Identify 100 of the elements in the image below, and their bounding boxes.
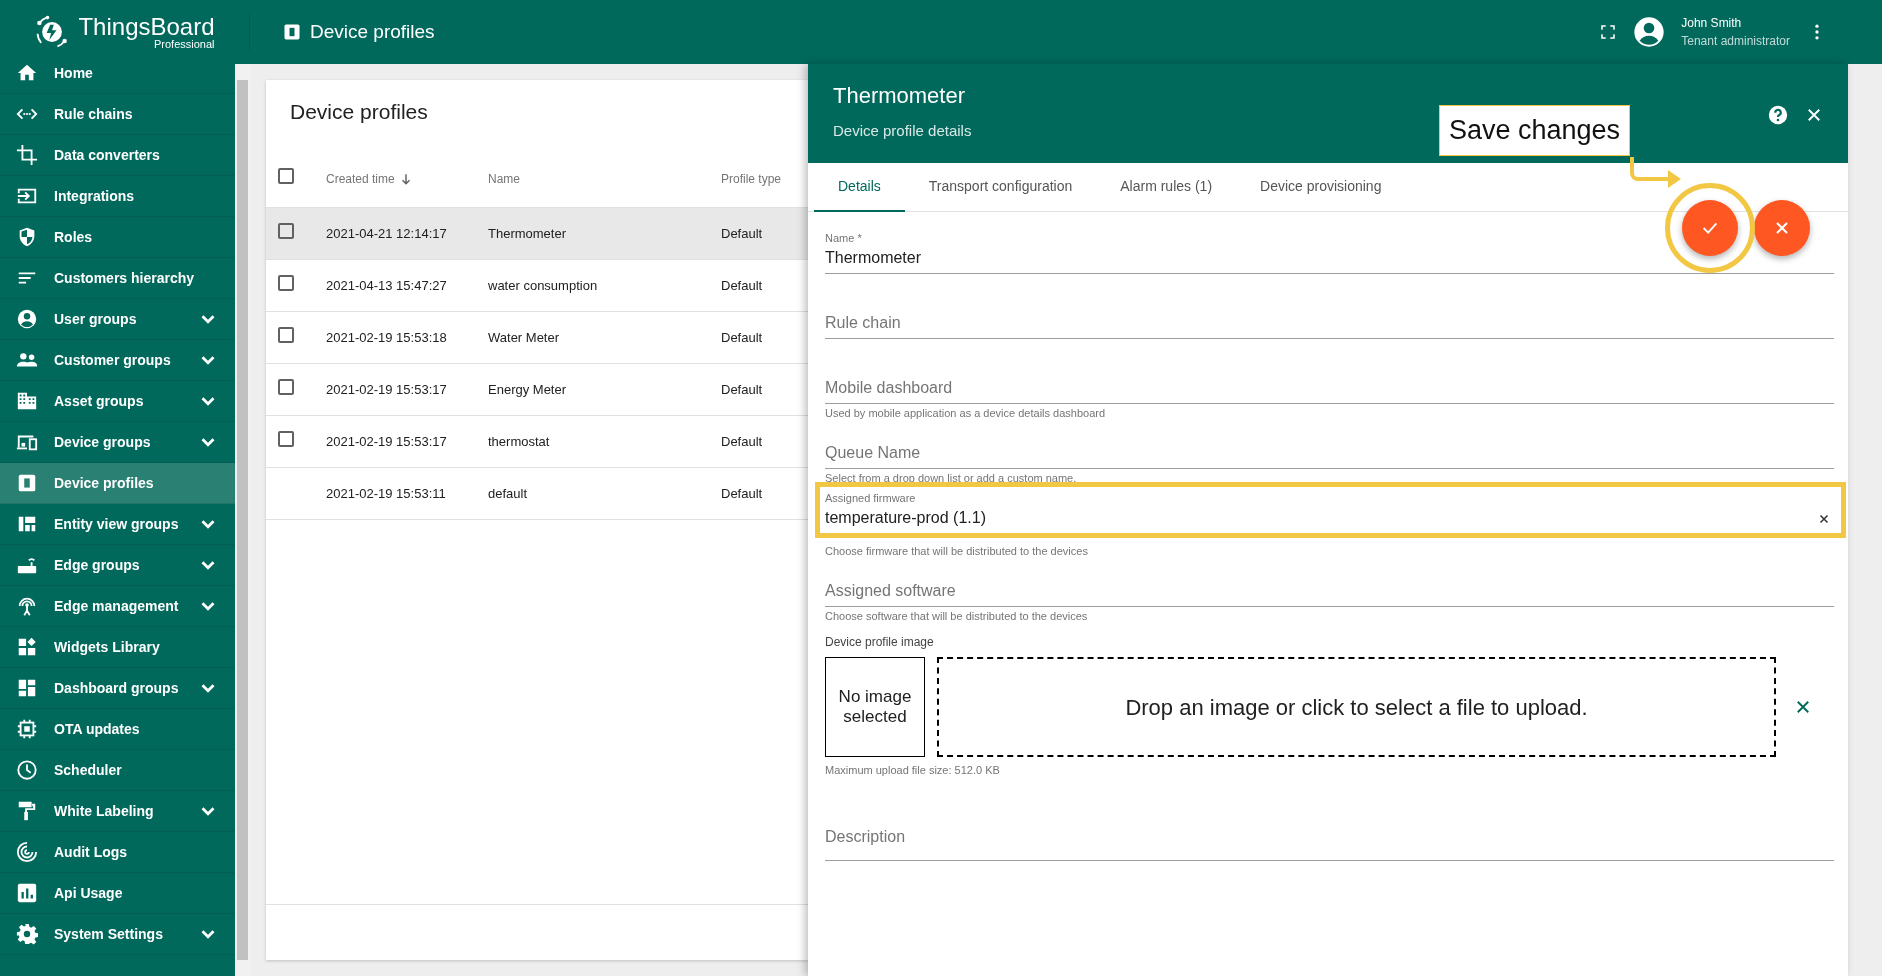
column-header[interactable]: Name bbox=[488, 169, 721, 188]
chip-icon bbox=[16, 718, 38, 740]
table-cell-text: Default bbox=[721, 276, 763, 295]
square-icon bbox=[16, 472, 38, 494]
sidebar-item[interactable]: Roles bbox=[0, 217, 235, 258]
sidebar-item[interactable]: Entity view groups bbox=[0, 504, 235, 545]
sidebar-item[interactable]: Home bbox=[0, 64, 235, 94]
table-row[interactable]: 2021-02-19 15:53:17 Energy Meter Default bbox=[266, 364, 808, 416]
sidebar-item[interactable]: OTA updates bbox=[0, 709, 235, 750]
table-row[interactable]: 2021-04-21 12:14:17 Thermometer Default bbox=[266, 208, 808, 260]
more-icon[interactable] bbox=[1814, 22, 1820, 42]
logo-title: ThingsBoard bbox=[78, 14, 215, 39]
help-icon[interactable] bbox=[1767, 104, 1789, 126]
textarea-field[interactable]: Description bbox=[825, 786, 1834, 861]
sidebar-item[interactable]: Edge groups bbox=[0, 545, 235, 586]
spiral-icon bbox=[16, 841, 38, 863]
roller-icon bbox=[16, 800, 38, 822]
dashboard-icon bbox=[16, 677, 38, 699]
section-label: Device profile image bbox=[825, 634, 935, 651]
user-name: John Smith bbox=[1681, 15, 1743, 32]
select-field[interactable]: Assigned software bbox=[825, 559, 1834, 607]
panel-subtitle: Device profile details bbox=[833, 121, 972, 141]
table-cell-text: 2021-02-19 15:53:17 bbox=[326, 380, 448, 399]
table-cell-text: Default bbox=[721, 432, 763, 451]
crop-icon bbox=[16, 144, 38, 166]
drop-zone[interactable]: Drop an image or click to select a file to upload. bbox=[937, 657, 1776, 757]
sidebar-item[interactable]: Audit Logs bbox=[0, 832, 235, 873]
tooltip: Save changes bbox=[1438, 105, 1630, 156]
gear-icon bbox=[16, 923, 38, 945]
checkbox[interactable] bbox=[278, 222, 294, 239]
avatar-icon[interactable] bbox=[1633, 16, 1666, 48]
table-cell-text: Default bbox=[721, 328, 763, 347]
close-icon[interactable] bbox=[1805, 106, 1823, 124]
hint-text: Choose firmware that will be distributed to the devices bbox=[825, 544, 1088, 559]
sidebar-item[interactable]: User groups bbox=[0, 299, 235, 340]
checkbox[interactable] bbox=[278, 274, 294, 291]
select-field[interactable]: Queue Name bbox=[825, 421, 1834, 469]
page-title: Device profiles bbox=[310, 19, 435, 44]
sidebar-item[interactable]: Asset groups bbox=[0, 381, 235, 422]
checkbox[interactable] bbox=[278, 378, 294, 395]
sidebar-item[interactable]: Widgets Library bbox=[0, 627, 235, 668]
widgets-icon bbox=[16, 636, 38, 658]
sidebar-item[interactable]: Customer groups bbox=[0, 340, 235, 381]
hint-text: Choose software that will be distributed to the devices bbox=[825, 609, 1088, 624]
column-header[interactable]: Profile type bbox=[721, 169, 782, 188]
table-cell-text: 2021-02-19 15:53:11 bbox=[326, 484, 447, 503]
card-title: Device profiles bbox=[289, 99, 429, 125]
logo-subtitle: Professional bbox=[154, 38, 215, 50]
tab[interactable]: Transport configuration bbox=[904, 163, 1097, 212]
input-field[interactable]: Assigned firmware temperature-prod (1.1) bbox=[825, 486, 1834, 534]
table-cell-text: Water Meter bbox=[488, 328, 561, 347]
pointer-arrow bbox=[1628, 157, 1683, 189]
table-cell-text: Energy Meter bbox=[488, 380, 568, 399]
sidebar-item[interactable]: White Labeling bbox=[0, 791, 235, 832]
table-row[interactable]: 2021-02-19 15:53:11 default Default bbox=[266, 468, 808, 520]
building-icon bbox=[16, 390, 38, 412]
select-field[interactable]: Mobile dashboard bbox=[825, 356, 1834, 404]
sidebar-item[interactable]: Dashboard groups bbox=[0, 668, 235, 709]
hint-text: Used by mobile application as a device details dashboard bbox=[825, 406, 1106, 421]
close-icon[interactable] bbox=[1794, 698, 1812, 716]
table-cell-text: default bbox=[488, 484, 529, 503]
table-cell-text: Default bbox=[721, 224, 763, 243]
sidebar-item[interactable]: System Settings bbox=[0, 914, 235, 955]
table-cell-text: Default bbox=[721, 380, 763, 399]
clock-icon bbox=[16, 759, 38, 781]
tab[interactable]: Details bbox=[814, 163, 905, 212]
square-icon bbox=[282, 22, 302, 42]
column-header[interactable]: Created time bbox=[326, 169, 488, 188]
close-icon[interactable] bbox=[1818, 513, 1830, 525]
sidebar-item[interactable]: Edge management bbox=[0, 586, 235, 627]
table-cell-text: 2021-02-19 15:53:17 bbox=[326, 432, 448, 451]
fullscreen-icon[interactable] bbox=[1599, 23, 1618, 41]
cancel-button[interactable] bbox=[1754, 200, 1810, 256]
input-field[interactable]: Name * Thermometer bbox=[825, 226, 1834, 274]
panel-title: Thermometer bbox=[833, 82, 966, 110]
sidebar-item[interactable]: Api Usage bbox=[0, 873, 235, 914]
hint-text: Maximum upload file size: 512.0 KB bbox=[825, 763, 1001, 778]
table-row[interactable]: 2021-02-19 15:53:18 Water Meter Default bbox=[266, 312, 808, 364]
tab[interactable]: Device provisioning bbox=[1236, 163, 1406, 212]
table-cell-text: Default bbox=[721, 484, 763, 503]
table-cell-text: 2021-04-13 15:47:27 bbox=[326, 276, 448, 295]
chart-icon bbox=[16, 882, 38, 904]
sidebar-item[interactable]: Device profiles bbox=[0, 463, 235, 504]
table-cell-text: 2021-02-19 15:53:18 bbox=[326, 328, 448, 347]
checkbox[interactable] bbox=[278, 430, 294, 447]
user-role: Tenant administrator bbox=[1681, 33, 1790, 50]
table-cell-text: thermostat bbox=[488, 432, 551, 451]
select-field[interactable]: Rule chain bbox=[825, 291, 1834, 339]
checkbox[interactable] bbox=[278, 326, 294, 343]
table-row[interactable]: 2021-04-13 15:47:27 water consumption Default bbox=[266, 260, 808, 312]
table-cell-text: Thermometer bbox=[488, 224, 568, 243]
image-preview-field[interactable]: No image selected bbox=[825, 657, 925, 757]
tab[interactable]: Alarm rules (1) bbox=[1096, 163, 1237, 212]
account-icon bbox=[16, 308, 38, 330]
hint-text: Select from a drop down list or add a custom name. bbox=[825, 471, 1077, 486]
antenna-icon bbox=[16, 595, 38, 617]
save-button[interactable] bbox=[1682, 200, 1738, 256]
table-row[interactable]: 2021-02-19 15:53:17 thermostat Default bbox=[266, 416, 808, 468]
checkbox[interactable] bbox=[278, 168, 294, 184]
table-cell-text: 2021-04-21 12:14:17 bbox=[326, 224, 448, 243]
